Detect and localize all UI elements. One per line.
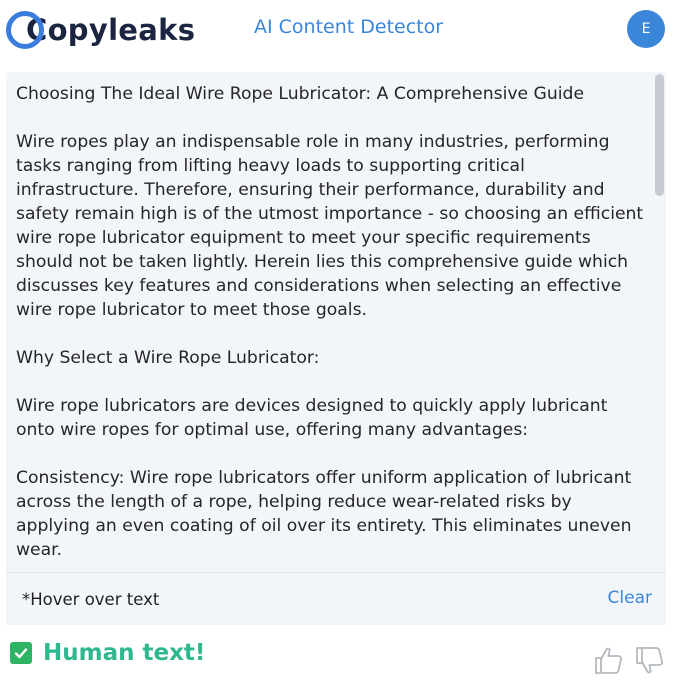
app-header: Copyleaks AI Content Detector E — [0, 0, 673, 62]
panel-footer: *Hover over text Clear — [6, 572, 666, 625]
checkmark-icon — [10, 642, 32, 664]
user-avatar[interactable]: E — [627, 10, 665, 48]
thumbs-down-icon[interactable] — [634, 644, 666, 676]
clear-button[interactable]: Clear — [608, 588, 652, 608]
hover-hint: *Hover over text — [22, 590, 160, 609]
logo-ring-icon — [6, 11, 44, 49]
text-scrollbar[interactable] — [655, 72, 666, 572]
thumbs-up-icon[interactable] — [593, 644, 625, 676]
result-label: Human text! — [43, 640, 206, 666]
detection-result: Human text! — [10, 638, 205, 668]
page-title: AI Content Detector — [254, 16, 444, 38]
logo-text: Copyleaks — [26, 13, 196, 47]
text-panel: Choosing The Ideal Wire Rope Lubricator:… — [6, 72, 666, 625]
copyleaks-logo[interactable]: Copyleaks — [6, 6, 195, 54]
scrollbar-thumb[interactable] — [655, 74, 664, 196]
analyzed-text[interactable]: Choosing The Ideal Wire Rope Lubricator:… — [16, 82, 646, 570]
